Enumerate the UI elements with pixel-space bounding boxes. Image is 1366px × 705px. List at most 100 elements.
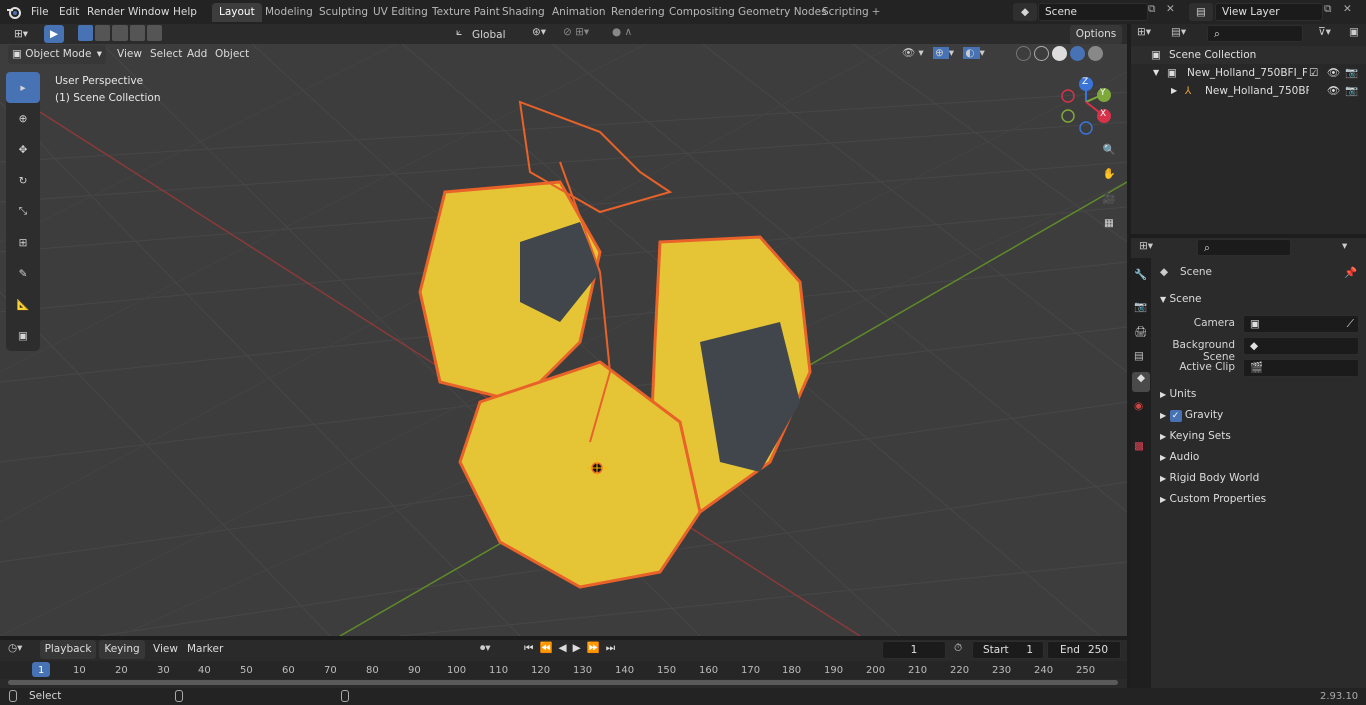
filter-icon[interactable]: ⊽▾ (1318, 26, 1331, 38)
background-scene-field[interactable]: ◆ (1243, 337, 1359, 355)
view-layer-selector-icon[interactable]: ▤ (1189, 3, 1213, 21)
gravity-checkbox[interactable]: ✓ (1169, 410, 1182, 422)
expand-arrow-icon[interactable]: ▼ (1153, 64, 1159, 82)
scene-selector-icon[interactable]: ◆ (1013, 3, 1037, 21)
record-icon[interactable]: ⏺▾ (480, 642, 491, 655)
tab-layout[interactable]: Layout (212, 3, 262, 22)
panel-audio[interactable]: ▶ Audio (1160, 447, 1199, 467)
expand-arrow-icon[interactable]: ▶ (1171, 82, 1177, 100)
viewport-menu-add[interactable]: Add (182, 45, 212, 63)
select-box-tool-icon[interactable]: ▶ (44, 25, 64, 43)
outliner-row-scene-collection[interactable]: ▣ Scene Collection (1131, 46, 1366, 64)
playback-controls[interactable]: ⏮⏪◀▶⏩⏭ (524, 641, 621, 655)
outliner-search-input[interactable]: ⌕ (1207, 25, 1303, 42)
viewport-visibility-icons[interactable]: 👁▾ ⊕ ▾ ◐ ▾ (902, 46, 988, 59)
transform-orientation-select[interactable]: Global (472, 26, 522, 44)
start-frame-field[interactable]: Start 1 (972, 641, 1044, 659)
panel-custom-properties[interactable]: ▶ Custom Properties (1160, 489, 1266, 509)
camera-field[interactable]: ▣ ⟋ (1243, 315, 1359, 333)
add-workspace-icon[interactable]: + (869, 5, 883, 19)
pivot-icon[interactable]: ⊛▾ (532, 26, 546, 38)
world-tab-icon[interactable]: ◉ (1134, 400, 1143, 412)
timeline-scrollbar[interactable] (8, 680, 1118, 685)
select-tool-icon[interactable]: ▸ (6, 72, 40, 103)
3d-viewport[interactable] (0, 42, 1127, 636)
outliner-display-icon[interactable]: ▤▾ (1171, 26, 1199, 42)
pin-icon[interactable]: 📌 (1344, 266, 1357, 279)
scene-tab-icon[interactable]: ◆ (1132, 372, 1150, 392)
active-clip-field[interactable]: 🎬 (1243, 359, 1359, 377)
navigation-gizmo[interactable]: Z Y X (1058, 76, 1118, 136)
view-layer-close-icon[interactable]: ✕ (1343, 3, 1357, 21)
panel-gravity[interactable]: ▶ ✓ Gravity (1160, 405, 1223, 425)
output-tab-icon[interactable]: 🖨 (1134, 325, 1147, 338)
view-layer-tab-icon[interactable]: ▤ (1134, 350, 1144, 362)
panel-rigid-body-world[interactable]: ▶ Rigid Body World (1160, 468, 1259, 488)
render-camera-icon[interactable]: 📷 (1345, 64, 1358, 82)
options-button[interactable]: Options (1070, 25, 1122, 44)
end-frame-field[interactable]: End 250 (1047, 641, 1121, 659)
mode-select[interactable]: ▣ Object Mode ▾ (8, 45, 106, 64)
shading-mode-icons[interactable] (1016, 46, 1103, 61)
view-layer-field[interactable]: View Layer (1215, 3, 1323, 21)
proportional-edit-icon[interactable]: ● ∧ (612, 26, 632, 38)
outliner-row-collection[interactable]: ▼ ▣ New_Holland_750BFI_Forage ☑ 👁 📷 (1131, 64, 1366, 82)
snap-icon[interactable]: ⊘ ⊞▾ (563, 26, 589, 38)
outliner-editor-icon[interactable]: ⊞▾ (1137, 26, 1167, 42)
outliner-row-object[interactable]: ▶ ⅄ New_Holland_750BFI_Fo 👁 📷 (1131, 82, 1366, 100)
render-camera-icon[interactable]: 📷 (1345, 82, 1358, 100)
perspective-toggle-icon[interactable]: ▦ (1100, 217, 1118, 235)
scene-close-icon[interactable]: ✕ (1166, 3, 1180, 21)
visibility-eye-icon[interactable]: 👁 (1327, 82, 1340, 100)
timeline-menu-view[interactable]: View (148, 640, 183, 658)
tab-modeling[interactable]: Modeling (258, 3, 320, 22)
properties-editor-icon[interactable]: ⊞▾ (1139, 240, 1153, 252)
rotate-tool-icon[interactable]: ↻ (6, 165, 40, 196)
eyedropper-icon[interactable]: ⟋ (1347, 316, 1354, 332)
visibility-eye-icon[interactable]: 👁 (1327, 64, 1340, 82)
tab-shading[interactable]: Shading (495, 3, 552, 22)
timeline-menu-playback[interactable]: Playback (40, 640, 96, 659)
editor-type-icon[interactable]: ⊞▾ (8, 25, 34, 43)
transform-tool-icon[interactable]: ⊞ (6, 227, 40, 258)
viewport-menu-object[interactable]: Object (210, 45, 254, 63)
frame-tick: 180 (782, 665, 802, 676)
tool-tab-icon[interactable]: 🔧 (1134, 268, 1147, 281)
timeline-editor-icon[interactable]: ◷▾ (8, 642, 22, 654)
scene-copy-icon[interactable]: ⧉ (1148, 3, 1164, 21)
exclude-checkbox-icon[interactable]: ☑ (1309, 64, 1318, 82)
menu-edit[interactable]: Edit (54, 3, 84, 21)
view-layer-copy-icon[interactable]: ⧉ (1324, 3, 1340, 21)
menu-help[interactable]: Help (168, 3, 202, 21)
zoom-icon[interactable]: 🔍 (1100, 143, 1118, 161)
selection-mode-icons[interactable] (78, 25, 163, 43)
stopwatch-icon[interactable]: ⏱ (954, 642, 962, 655)
move-tool-icon[interactable]: ✥ (6, 134, 40, 165)
camera-view-icon[interactable]: 🎥 (1100, 192, 1118, 210)
tab-scripting[interactable]: Scripting (815, 3, 876, 22)
add-cube-tool-icon[interactable]: ▣ (6, 320, 40, 351)
measure-tool-icon[interactable]: 📐 (6, 289, 40, 320)
tab-animation[interactable]: Animation (545, 3, 613, 22)
menu-window[interactable]: Window (123, 3, 174, 21)
panel-units[interactable]: ▶ Units (1160, 384, 1196, 404)
pan-hand-icon[interactable]: ✋ (1100, 167, 1118, 185)
cursor-tool-icon[interactable]: ⊕ (6, 103, 40, 134)
scale-tool-icon[interactable]: ⤡ (6, 196, 40, 227)
menu-file[interactable]: File (26, 3, 54, 21)
timeline-menu-marker[interactable]: Marker (182, 640, 228, 658)
scene-field[interactable]: Scene (1038, 3, 1148, 21)
new-collection-icon[interactable]: ▣ (1349, 26, 1359, 38)
tab-compositing[interactable]: Compositing (662, 3, 742, 22)
panel-keying-sets[interactable]: ▶ Keying Sets (1160, 426, 1231, 446)
properties-search-input[interactable]: ⌕ (1197, 239, 1291, 256)
timeline-menu-keying[interactable]: Keying (99, 640, 145, 659)
blender-logo-icon[interactable] (6, 4, 22, 20)
render-tab-icon[interactable]: 📷 (1134, 300, 1147, 313)
viewport-menu-view[interactable]: View (112, 45, 147, 63)
annotate-tool-icon[interactable]: ✎ (6, 258, 40, 289)
properties-options-icon[interactable]: ▾ (1342, 240, 1347, 252)
texture-tab-icon[interactable]: ▩ (1134, 440, 1144, 452)
current-frame-field[interactable]: 1 (882, 641, 946, 659)
scene-panel-header[interactable]: ▼ Scene (1160, 289, 1202, 309)
